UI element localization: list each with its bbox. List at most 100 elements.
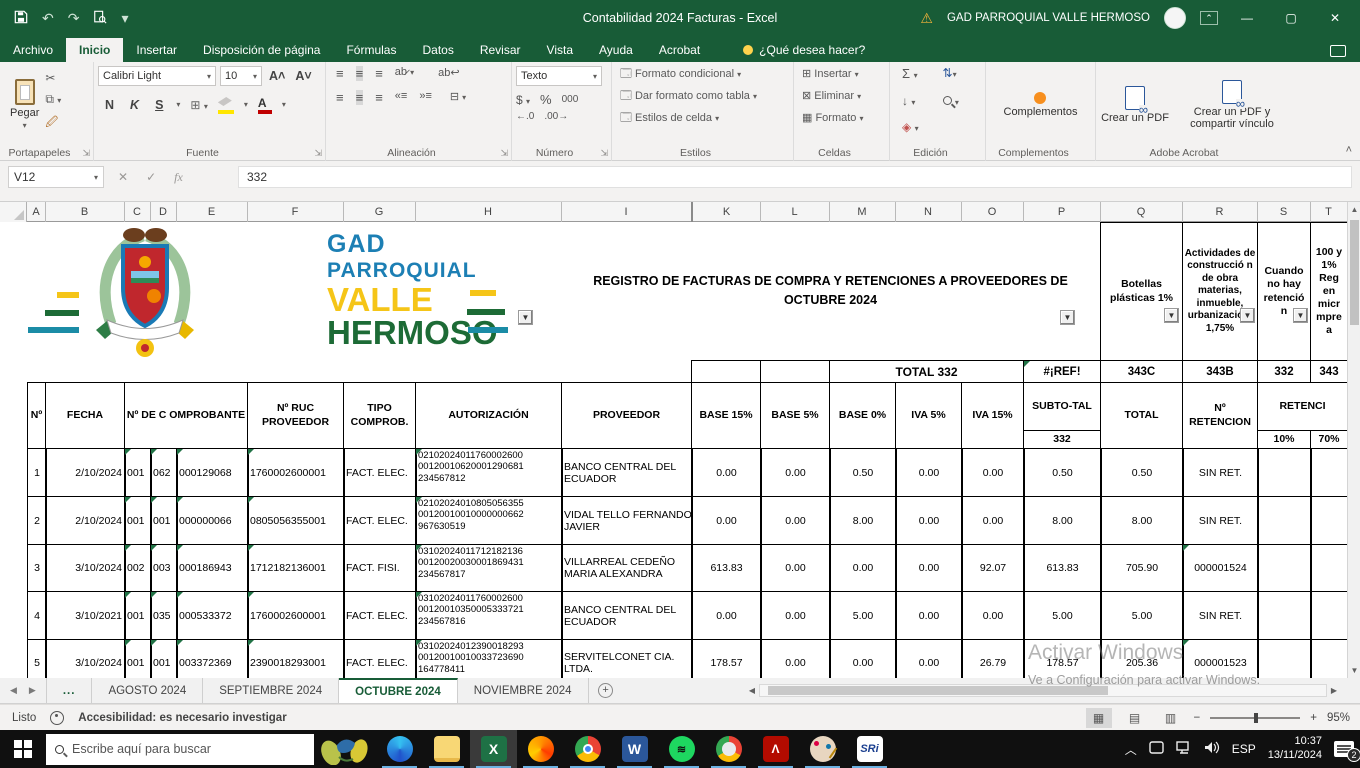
warning-icon[interactable]: ⚠ — [920, 10, 933, 27]
save-icon[interactable] — [14, 10, 28, 27]
cell-c1-row1[interactable]: 001 — [124, 448, 152, 497]
tray-network-icon[interactable] — [1176, 741, 1192, 757]
cell-s-row1[interactable] — [1257, 448, 1312, 497]
taskbar-paint-icon[interactable] — [799, 730, 846, 768]
tab-vista[interactable]: Vista — [534, 38, 586, 62]
cell-s-row4[interactable] — [1257, 591, 1312, 640]
formula-input[interactable]: 332 — [238, 166, 1352, 188]
cell-c2-row1[interactable]: 062 — [150, 448, 178, 497]
collapse-ribbon-icon[interactable]: ˄ — [1346, 144, 1352, 156]
column-header-B[interactable]: B — [45, 202, 125, 222]
cell-ruc-row4[interactable]: 1760002600001 — [247, 591, 345, 640]
currency-icon[interactable]: $ ▾ — [516, 93, 530, 107]
orientation-icon[interactable]: ab̷ ▾ — [395, 66, 414, 81]
column-header-N[interactable]: N — [895, 202, 962, 222]
cell-tipo-row1[interactable]: FACT. ELEC. — [343, 448, 417, 497]
delete-cells-button[interactable]: ⊠ Eliminar ▾ — [802, 88, 885, 105]
insert-cells-button[interactable]: ⊞ Insertar ▾ — [802, 66, 885, 83]
insert-function-icon[interactable]: fx — [174, 170, 183, 185]
filter-dropdown-icon[interactable]: ▼ — [1164, 308, 1179, 323]
cell-prov-row5[interactable]: SERVITELCONET CIA. LTDA. — [561, 639, 693, 678]
tax-header-t[interactable]: 100 y 1% Reg en micr mpre a — [1310, 222, 1347, 361]
tab-disposicion[interactable]: Disposición de página — [190, 38, 333, 62]
column-header-A[interactable]: A — [27, 202, 46, 222]
horizontal-scrollbar[interactable]: ◀ ▶ — [745, 683, 1341, 698]
cell-fecha-row2[interactable]: 2/10/2024 — [45, 496, 126, 545]
cell-c1-row4[interactable]: 001 — [124, 591, 152, 640]
tab-revisar[interactable]: Revisar — [467, 38, 534, 62]
align-middle-icon[interactable]: ≡ — [356, 66, 364, 81]
cell-fecha-row4[interactable]: 3/10/2021 — [45, 591, 126, 640]
cell-b0-row2[interactable]: 8.00 — [829, 496, 897, 545]
cell-s-row5[interactable] — [1257, 639, 1312, 678]
name-box-dropdown-icon[interactable]: ▾ — [94, 173, 98, 182]
total-332-cell[interactable]: TOTAL 332 — [829, 360, 1024, 383]
cell-t-row3[interactable] — [1310, 544, 1347, 592]
cell-tipo-row3[interactable]: FACT. FISI. — [343, 544, 417, 592]
column-header-K[interactable]: K — [691, 202, 761, 222]
header-tipo[interactable]: TIPO COMPROB. — [343, 382, 416, 449]
header-num[interactable]: Nº — [27, 382, 46, 449]
align-left-icon[interactable]: ≡ — [336, 90, 344, 105]
cell-tipo-row2[interactable]: FACT. ELEC. — [343, 496, 417, 545]
cell-ret-row1[interactable]: SIN RET. — [1182, 448, 1259, 497]
cell-ruc-row3[interactable]: 1712182136001 — [247, 544, 345, 592]
cell-b0-row3[interactable]: 0.00 — [829, 544, 897, 592]
increase-indent-icon[interactable]: »≡ — [419, 90, 432, 105]
paste-button[interactable]: Pegar▾ — [10, 66, 39, 143]
taskbar-acrobat-icon[interactable]: Ʌ — [752, 730, 799, 768]
cell-styles-button[interactable]: 🗔 Estilos de celda ▾ — [620, 110, 789, 127]
percent-icon[interactable]: % — [540, 92, 552, 107]
tab-datos[interactable]: Datos — [409, 38, 466, 62]
header-proveedor[interactable]: PROVEEDOR — [561, 382, 692, 449]
tab-acrobat[interactable]: Acrobat — [646, 38, 713, 62]
column-header-D[interactable]: D — [150, 202, 177, 222]
fill-color-icon[interactable] — [218, 95, 234, 114]
tax-code-r[interactable]: 343B — [1182, 360, 1258, 383]
taskbar-firefox-icon[interactable] — [517, 730, 564, 768]
accessibility-status[interactable]: Accesibilidad: es necesario investigar — [78, 712, 286, 724]
tray-volume-icon[interactable] — [1204, 741, 1220, 757]
cell-i5-row2[interactable]: 0.00 — [895, 496, 963, 545]
tax-code-s[interactable]: 332 — [1257, 360, 1311, 383]
cell-k4[interactable] — [691, 360, 761, 383]
cell-tot-row3[interactable]: 705.90 — [1100, 544, 1184, 592]
cell-s-row3[interactable] — [1257, 544, 1312, 592]
taskbar-clock[interactable]: 10:37 13/11/2024 — [1268, 735, 1322, 763]
cell-b5-row3[interactable]: 0.00 — [760, 544, 831, 592]
cell-t-row2[interactable] — [1310, 496, 1347, 545]
filter-dropdown-icon[interactable]: ▼ — [1293, 308, 1308, 323]
column-header-O[interactable]: O — [961, 202, 1024, 222]
cell-fecha-row5[interactable]: 3/10/2024 — [45, 639, 126, 678]
cell-prov-row2[interactable]: VIDAL TELLO FERNANDO JAVIER — [561, 496, 693, 545]
column-header-T[interactable]: T — [1310, 202, 1348, 222]
increase-decimal-icon[interactable]: ←.0 — [516, 111, 534, 122]
tab-archivo[interactable]: Archivo — [0, 38, 66, 62]
cell-ret-row3[interactable]: 000001524 — [1182, 544, 1259, 592]
column-header-C[interactable]: C — [124, 202, 151, 222]
cell-i5-row5[interactable]: 0.00 — [895, 639, 963, 678]
cell-aut-row3[interactable]: 03102024011712182136 0012002003000186943… — [415, 544, 563, 592]
cell-aut-row4[interactable]: 03102024011760002600 0012001035000533372… — [415, 591, 563, 640]
notification-center-icon[interactable]: 2 — [1334, 741, 1354, 757]
start-button[interactable] — [0, 730, 46, 768]
cell-aut-row1[interactable]: 02102024011760002600 0012001062000129068… — [415, 448, 563, 497]
tax-code-q[interactable]: 343C — [1100, 360, 1183, 383]
merge-center-icon[interactable]: ⊟ ▾ — [450, 90, 466, 105]
tax-header-s[interactable]: Cuando no hay retenció n▼ — [1257, 222, 1311, 361]
accessibility-icon[interactable] — [50, 711, 64, 725]
format-painter-icon[interactable]: 🖉 — [45, 114, 61, 130]
create-pdf-button[interactable]: Crear un PDF — [1100, 66, 1170, 143]
numero-dialog-launcher[interactable]: ⇲ — [600, 148, 608, 159]
cell-t-row1[interactable] — [1310, 448, 1347, 497]
tab-formulas[interactable]: Fórmulas — [333, 38, 409, 62]
name-box[interactable]: V12▾ — [8, 166, 104, 188]
cell-ruc-row5[interactable]: 2390018293001 — [247, 639, 345, 678]
sheet-tab-octubre[interactable]: OCTUBRE 2024 — [339, 678, 458, 703]
cell-c2-row3[interactable]: 003 — [150, 544, 178, 592]
cell-t-row5[interactable] — [1310, 639, 1347, 678]
cell-i15-row2[interactable]: 0.00 — [961, 496, 1025, 545]
page-break-view-icon[interactable]: ▥ — [1158, 708, 1184, 728]
tab-insertar[interactable]: Insertar — [123, 38, 190, 62]
align-right-icon[interactable]: ≡ — [375, 90, 383, 105]
